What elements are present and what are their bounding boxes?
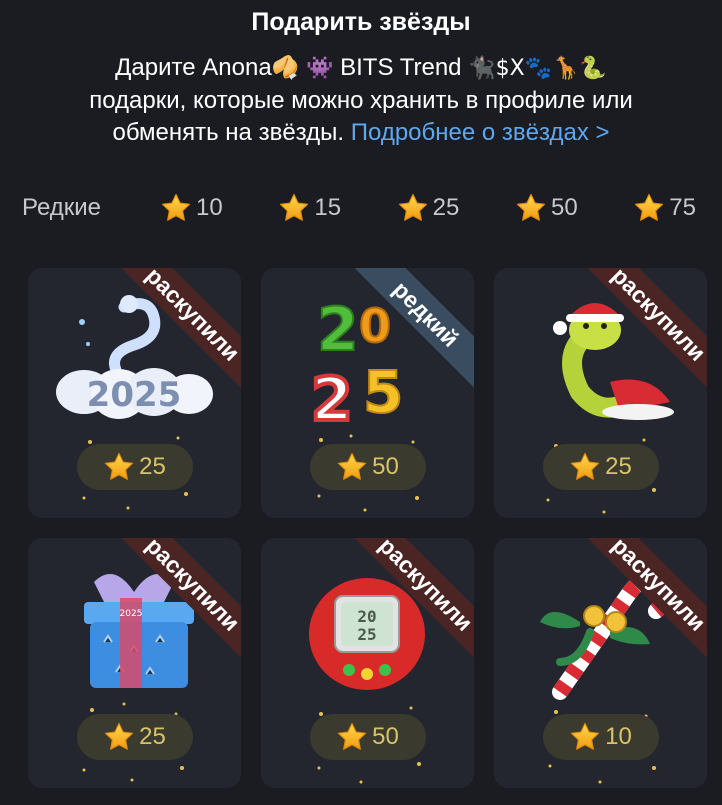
svg-text:5: 5 <box>363 358 403 426</box>
desc-line2: подарки, которые можно хранить в профиле… <box>89 87 633 114</box>
star-icon <box>569 451 601 483</box>
gift-card[interactable]: раскупили 25 <box>494 268 707 518</box>
filter-value: 25 <box>432 194 460 221</box>
gift-card[interactable]: 2025 раскупили 25 <box>28 538 241 788</box>
price-value: 50 <box>372 723 399 750</box>
price-badge: 25 <box>76 444 193 490</box>
star-icon <box>397 192 429 224</box>
price-badge: 50 <box>309 444 426 490</box>
svg-text:2: 2 <box>317 295 359 365</box>
star-icon <box>160 192 192 224</box>
desc-mid: BITS Trend <box>340 54 462 81</box>
star-icon <box>633 192 665 224</box>
filter-50-stars[interactable]: 50 <box>515 192 633 224</box>
price-badge: 10 <box>542 714 659 760</box>
price-value: 10 <box>605 723 632 750</box>
gift-card[interactable]: 20 25 раскупили 50 <box>261 538 474 788</box>
filter-rare[interactable]: Редкие <box>22 194 160 222</box>
description: Дарите Anona🥠 👾 BITS Trend 🐈‍⬛$X🐾🦒🐍 пода… <box>40 52 682 149</box>
emoji-fortune-alien-icon: 🥠 👾 <box>271 56 334 81</box>
filter-25-stars[interactable]: 25 <box>397 192 515 224</box>
star-icon <box>278 192 310 224</box>
svg-text:25: 25 <box>357 625 376 644</box>
star-icon <box>515 192 547 224</box>
star-icon <box>103 721 135 753</box>
desc-line3: обменять на звёзды. <box>112 119 345 146</box>
gift-filter-bar: Редкие 10 15 25 50 75 <box>22 188 722 228</box>
filter-value: 15 <box>314 194 342 221</box>
price-value: 25 <box>139 723 166 750</box>
filter-value: 50 <box>550 194 578 221</box>
star-icon <box>569 721 601 753</box>
star-icon <box>103 451 135 483</box>
gift-card[interactable]: 2 0 2 5 редкий 50 <box>261 268 474 518</box>
filter-value: 75 <box>669 194 696 221</box>
svg-text:20: 20 <box>357 607 376 626</box>
filter-75-stars[interactable]: 75 <box>633 192 722 224</box>
filter-value: 10 <box>196 194 223 221</box>
price-badge: 50 <box>309 714 426 760</box>
filter-10-stars[interactable]: 10 <box>160 192 278 224</box>
filter-rare-label: Редкие <box>22 194 102 221</box>
price-badge: 25 <box>76 714 193 760</box>
desc-prefix: Дарите Anona <box>115 54 272 81</box>
filter-15-stars[interactable]: 15 <box>278 192 396 224</box>
svg-text:2025: 2025 <box>87 375 182 415</box>
learn-more-link[interactable]: Подробнее о звёздах > <box>351 119 610 146</box>
svg-text:0: 0 <box>359 299 391 353</box>
price-badge: 25 <box>542 444 659 490</box>
emoji-cat-paw-giraffe-snake-icon: 🐈‍⬛$X🐾🦒🐍 <box>468 56 607 81</box>
price-value: 25 <box>139 453 166 480</box>
gift-card[interactable]: 2025 раскупили 25 <box>28 268 241 518</box>
gift-card[interactable]: раскупили 10 <box>494 538 707 788</box>
price-value: 50 <box>372 453 399 480</box>
price-value: 25 <box>605 453 632 480</box>
star-icon <box>336 451 368 483</box>
page-title: Подарить звёзды <box>251 8 471 36</box>
star-icon <box>336 721 368 753</box>
svg-text:2: 2 <box>311 365 353 432</box>
svg-text:2025: 2025 <box>120 609 143 619</box>
